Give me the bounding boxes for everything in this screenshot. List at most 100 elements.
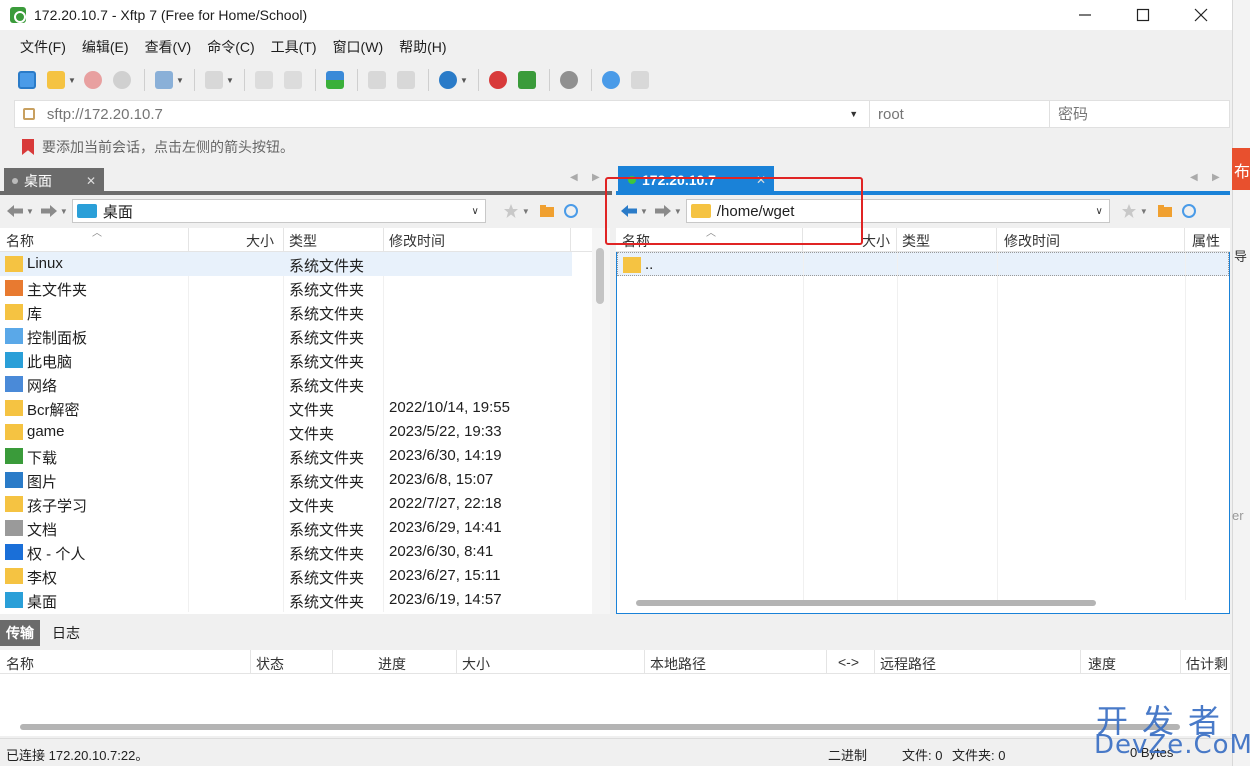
paste-button[interactable] xyxy=(280,67,306,93)
chevron-down-icon[interactable]: ∨ xyxy=(472,206,479,217)
tab-scroll-right-icon[interactable]: ▶ xyxy=(592,172,600,183)
session-manager-button[interactable] xyxy=(151,67,177,93)
session-dropdown-icon[interactable]: ▼ xyxy=(176,76,184,85)
local-path-combo[interactable]: 桌面 ∨ xyxy=(71,199,486,223)
title-bar: 172.20.10.7 - Xftp 7 (Free for Home/Scho… xyxy=(0,0,1232,30)
favorites-button[interactable] xyxy=(500,200,522,222)
back-dropdown-icon[interactable]: ▼ xyxy=(26,207,34,216)
settings-button[interactable] xyxy=(556,67,582,93)
col-size[interactable]: 大小 xyxy=(862,231,890,251)
forward-button[interactable] xyxy=(38,201,60,221)
col-name[interactable]: 名称 xyxy=(6,231,34,251)
col-size[interactable]: 大小 xyxy=(246,231,274,251)
refresh-button[interactable] xyxy=(1178,200,1200,222)
col-eta[interactable]: 估计剩 xyxy=(1186,654,1228,674)
globe-button[interactable] xyxy=(435,67,461,93)
properties-button[interactable] xyxy=(364,67,390,93)
col-local-path[interactable]: 本地路径 xyxy=(650,654,706,674)
file-name: 文档 xyxy=(27,522,58,539)
favorites-dropdown-icon[interactable]: ▼ xyxy=(522,207,530,216)
table-row[interactable]: game 文件夹 2023/5/22, 19:33 xyxy=(0,420,572,444)
host-dropdown-icon[interactable]: ▼ xyxy=(849,109,869,119)
menu-edit[interactable]: 编辑(E) xyxy=(74,37,137,57)
disconnect-icon xyxy=(113,71,131,89)
close-button[interactable] xyxy=(1172,0,1230,30)
table-row[interactable]: 下载 系统文件夹 2023/6/30, 14:19 xyxy=(0,444,572,468)
copy-button[interactable] xyxy=(251,67,277,93)
table-row[interactable]: .. xyxy=(617,252,1229,276)
refresh-button[interactable] xyxy=(560,200,582,222)
tab-scroll-left-icon[interactable]: ◀ xyxy=(1190,172,1198,183)
menu-view[interactable]: 查看(V) xyxy=(137,37,200,57)
col-attributes[interactable]: 属性 xyxy=(1192,231,1220,251)
maximize-button[interactable] xyxy=(1114,0,1172,30)
menu-window[interactable]: 窗口(W) xyxy=(325,37,392,57)
menu-file[interactable]: 文件(F) xyxy=(12,37,74,57)
xftp-button[interactable] xyxy=(514,67,540,93)
table-row[interactable]: Linux 系统文件夹 xyxy=(0,252,572,276)
bookmark-icon[interactable] xyxy=(22,139,34,155)
col-modified[interactable]: 修改时间 xyxy=(1004,231,1060,251)
open-dropdown-icon[interactable]: ▼ xyxy=(68,76,76,85)
table-row[interactable]: 李权 系统文件夹 2023/6/27, 15:11 xyxy=(0,564,572,588)
forward-dropdown-icon[interactable]: ▼ xyxy=(60,207,68,216)
col-status[interactable]: 状态 xyxy=(256,654,284,674)
chevron-down-icon[interactable]: ∨ xyxy=(1096,206,1103,217)
delete-button[interactable] xyxy=(393,67,419,93)
table-row[interactable]: 孩子学习 文件夹 2022/7/27, 22:18 xyxy=(0,492,572,516)
netsarang-button[interactable] xyxy=(485,67,511,93)
username-input[interactable] xyxy=(869,101,1049,127)
favorites-dropdown-icon[interactable]: ▼ xyxy=(1140,207,1148,216)
password-input[interactable] xyxy=(1049,101,1229,127)
col-progress[interactable]: 进度 xyxy=(378,654,406,674)
table-row[interactable]: 图片 系统文件夹 2023/6/8, 15:07 xyxy=(0,468,572,492)
help-button[interactable] xyxy=(598,67,624,93)
col-type[interactable]: 类型 xyxy=(289,231,317,251)
transfer-mode[interactable]: 二进制 xyxy=(828,745,867,764)
col-size[interactable]: 大小 xyxy=(462,654,490,674)
table-row[interactable]: 主文件夹 系统文件夹 xyxy=(0,276,572,300)
remote-hscrollbar-thumb[interactable] xyxy=(636,600,1096,606)
table-row[interactable]: 此电脑 系统文件夹 xyxy=(0,348,572,372)
table-row[interactable]: 桌面 系统文件夹 2023/6/19, 14:57 xyxy=(0,588,572,612)
tab-scroll-left-icon[interactable]: ◀ xyxy=(570,172,578,183)
table-row[interactable]: 权 - 个人 系统文件夹 2023/6/30, 8:41 xyxy=(0,540,572,564)
favorites-button[interactable] xyxy=(1118,200,1140,222)
transfer-hscrollbar-thumb[interactable] xyxy=(20,724,1180,730)
host-input[interactable] xyxy=(46,105,850,123)
chat-button[interactable] xyxy=(627,67,653,93)
menu-tools[interactable]: 工具(T) xyxy=(263,37,325,57)
file-name: 下载 xyxy=(27,450,58,467)
globe-dropdown-icon[interactable]: ▼ xyxy=(460,76,468,85)
local-scrollbar-thumb[interactable] xyxy=(596,248,604,304)
col-speed[interactable]: 速度 xyxy=(1088,654,1116,674)
back-button[interactable] xyxy=(4,201,26,221)
table-row[interactable]: 网络 系统文件夹 xyxy=(0,372,572,396)
col-type[interactable]: 类型 xyxy=(902,231,930,251)
terminal-button[interactable] xyxy=(201,67,227,93)
terminal-dropdown-icon[interactable]: ▼ xyxy=(226,76,234,85)
sync-button[interactable] xyxy=(322,67,348,93)
tab-log[interactable]: 日志 xyxy=(46,620,86,646)
close-tab-icon[interactable]: ✕ xyxy=(86,174,96,188)
tab-transfer[interactable]: 传输 xyxy=(0,620,40,646)
minimize-icon xyxy=(1079,14,1091,16)
open-session-button[interactable] xyxy=(43,67,69,93)
col-remote-path[interactable]: 远程路径 xyxy=(880,654,936,674)
col-direction[interactable]: <-> xyxy=(838,654,859,670)
col-name[interactable]: 名称 xyxy=(6,654,34,674)
disconnect-button[interactable] xyxy=(109,67,135,93)
minimize-button[interactable] xyxy=(1056,0,1114,30)
table-row[interactable]: 库 系统文件夹 xyxy=(0,300,572,324)
connect-button[interactable] xyxy=(80,67,106,93)
menu-help[interactable]: 帮助(H) xyxy=(391,37,454,57)
table-row[interactable]: Bcr解密 文件夹 2022/10/14, 19:55 xyxy=(0,396,572,420)
table-row[interactable]: 控制面板 系统文件夹 xyxy=(0,324,572,348)
home-button[interactable] xyxy=(1154,200,1176,222)
col-modified[interactable]: 修改时间 xyxy=(389,231,445,251)
tab-scroll-right-icon[interactable]: ▶ xyxy=(1212,172,1220,183)
table-row[interactable]: 文档 系统文件夹 2023/6/29, 14:41 xyxy=(0,516,572,540)
new-session-button[interactable] xyxy=(14,67,40,93)
home-button[interactable] xyxy=(536,200,558,222)
menu-command[interactable]: 命令(C) xyxy=(199,37,262,57)
